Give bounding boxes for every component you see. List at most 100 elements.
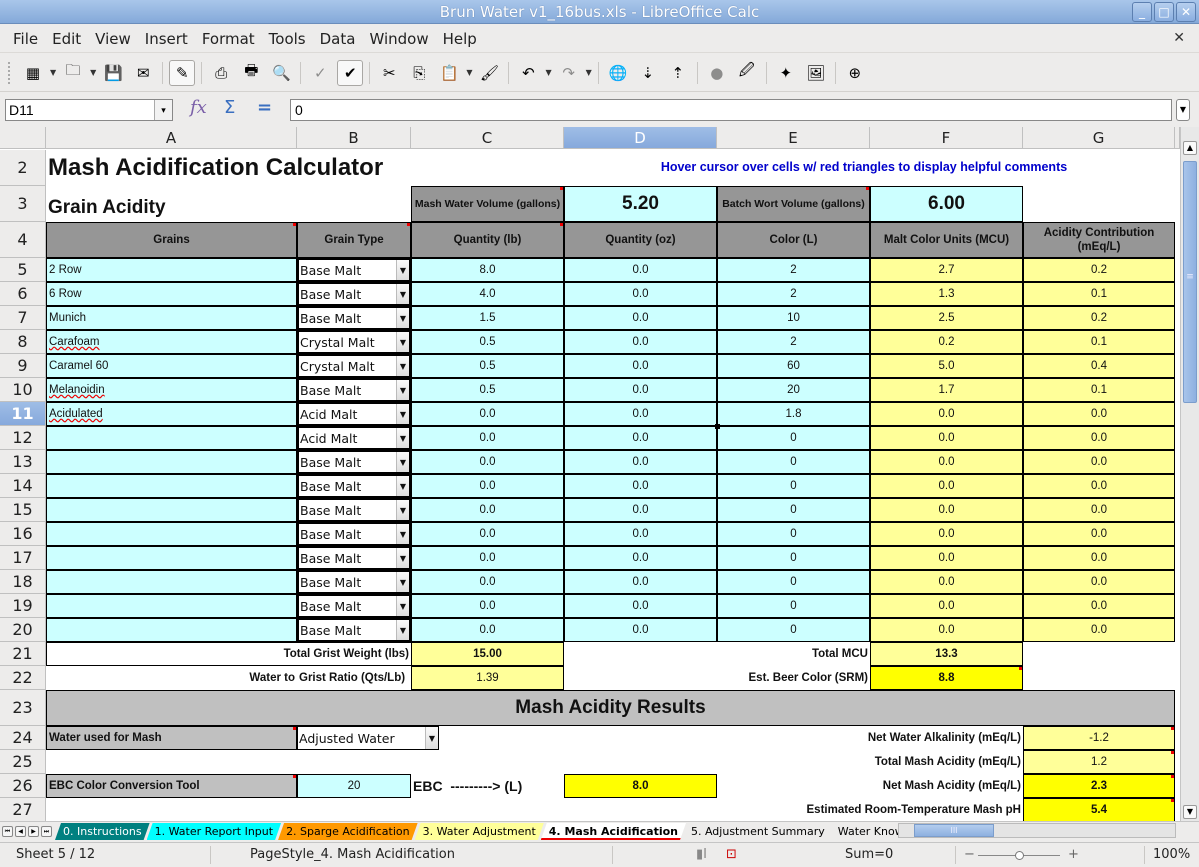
sheet-tab[interactable]: 5. Adjustment Summary <box>683 823 833 840</box>
color-cell[interactable]: 0 <box>717 570 870 594</box>
sheet-tab[interactable]: 3. Water Adjustment <box>415 823 544 840</box>
quantity-lb-cell[interactable]: 0.0 <box>411 594 564 618</box>
navigator-icon[interactable]: ✦ <box>773 60 799 86</box>
chevron-down-icon[interactable]: ▼ <box>396 260 409 280</box>
quantity-oz-cell[interactable]: 0.0 <box>564 522 717 546</box>
new-spreadsheet-icon[interactable]: ▦ <box>20 60 46 86</box>
grain-name-cell[interactable] <box>46 570 297 594</box>
quantity-oz-cell[interactable]: 0.0 <box>564 570 717 594</box>
quantity-lb-cell[interactable]: 0.0 <box>411 570 564 594</box>
name-box[interactable]: D11 ▾ <box>5 99 173 121</box>
sheet-tab[interactable]: 1. Water Report Input <box>147 823 281 840</box>
color-cell[interactable]: 0 <box>717 474 870 498</box>
column-header-a[interactable]: A <box>46 127 297 149</box>
color-cell[interactable]: 2 <box>717 330 870 354</box>
formula-input[interactable]: 0 <box>290 99 1172 121</box>
chevron-down-icon[interactable]: ▼ <box>396 524 409 544</box>
quantity-lb-cell[interactable]: 0.0 <box>411 450 564 474</box>
spellcheck-icon[interactable]: ✓ <box>307 60 333 86</box>
scroll-down-icon[interactable]: ▼ <box>1183 805 1197 819</box>
quantity-lb-cell[interactable]: 8.0 <box>411 258 564 282</box>
grain-name-cell[interactable]: Munich <box>46 306 297 330</box>
column-header-b[interactable]: B <box>297 127 411 149</box>
grain-name-cell[interactable]: Acidulated <box>46 402 297 426</box>
undo-icon[interactable]: ↶ <box>515 60 541 86</box>
chevron-down-icon[interactable]: ▼ <box>396 284 409 304</box>
email-icon[interactable]: ✉ <box>130 60 156 86</box>
row-header-10[interactable]: 10 <box>0 378 46 402</box>
quantity-oz-cell[interactable]: 0.0 <box>564 330 717 354</box>
row-header-26[interactable]: 26 <box>0 774 46 798</box>
scroll-up-icon[interactable]: ▲ <box>1183 141 1197 155</box>
color-cell[interactable]: 0 <box>717 450 870 474</box>
grain-type-select[interactable]: Base Malt ▼ <box>297 282 411 306</box>
dropdown-arrow-icon[interactable]: ▼ <box>545 68 551 77</box>
row-header-17[interactable]: 17 <box>0 546 46 570</box>
grain-name-cell[interactable] <box>46 474 297 498</box>
menu-window[interactable]: Window <box>362 30 435 48</box>
chevron-down-icon[interactable]: ▼ <box>396 428 409 448</box>
column-header-g[interactable]: G <box>1023 127 1175 149</box>
grain-name-cell[interactable]: Carafoam <box>46 330 297 354</box>
grain-type-select[interactable]: Base Malt ▼ <box>297 258 411 282</box>
chevron-down-icon[interactable]: ▼ <box>396 548 409 568</box>
grain-name-cell[interactable]: 2 Row <box>46 258 297 282</box>
menu-tools[interactable]: Tools <box>262 30 313 48</box>
help-icon[interactable]: ⊕ <box>842 60 868 86</box>
grain-type-select[interactable]: Base Malt ▼ <box>297 570 411 594</box>
quantity-lb-cell[interactable]: 0.5 <box>411 378 564 402</box>
chevron-down-icon[interactable]: ▼ <box>396 572 409 592</box>
maximize-button[interactable]: □ <box>1154 2 1174 22</box>
sort-descending-icon[interactable]: ⇣ <box>635 60 661 86</box>
paste-icon[interactable]: 📋 <box>436 60 462 86</box>
print-preview-icon[interactable]: 🔍 <box>268 60 294 86</box>
grain-type-select[interactable]: Base Malt ▼ <box>297 378 411 402</box>
color-cell[interactable]: 10 <box>717 306 870 330</box>
draw-functions-icon[interactable]: 🖉 <box>734 60 760 86</box>
batch-wort-value[interactable]: 6.00 <box>870 186 1023 222</box>
row-header-6[interactable]: 6 <box>0 282 46 306</box>
row-header-13[interactable]: 13 <box>0 450 46 474</box>
quantity-lb-cell[interactable]: 0.0 <box>411 426 564 450</box>
quantity-lb-cell[interactable]: 0.0 <box>411 546 564 570</box>
row-header-24[interactable]: 24 <box>0 726 46 750</box>
color-cell[interactable]: 60 <box>717 354 870 378</box>
zoom-level[interactable]: 100% <box>1153 847 1190 862</box>
color-cell[interactable]: 0 <box>717 522 870 546</box>
row-header-2[interactable]: 2 <box>0 150 46 186</box>
quantity-lb-cell[interactable]: 0.0 <box>411 522 564 546</box>
chevron-down-icon[interactable]: ▼ <box>396 308 409 328</box>
quantity-oz-cell[interactable]: 0.0 <box>564 306 717 330</box>
quantity-lb-cell[interactable]: 0.0 <box>411 402 564 426</box>
dropdown-arrow-icon[interactable]: ▼ <box>586 68 592 77</box>
grain-name-cell[interactable]: Caramel 60 <box>46 354 297 378</box>
row-header-9[interactable]: 9 <box>0 354 46 378</box>
grain-type-select[interactable]: Base Malt ▼ <box>297 546 411 570</box>
row-header-8[interactable]: 8 <box>0 330 46 354</box>
grain-type-select[interactable]: Acid Malt ▼ <box>297 426 411 450</box>
grain-name-cell[interactable] <box>46 450 297 474</box>
quantity-oz-cell[interactable]: 0.0 <box>564 546 717 570</box>
quantity-lb-cell[interactable]: 0.0 <box>411 498 564 522</box>
gallery-icon[interactable]: 🖼 <box>803 60 829 86</box>
column-header-f[interactable]: F <box>870 127 1023 149</box>
sheet-tab[interactable]: 0. Instructions <box>55 823 150 840</box>
row-header-15[interactable]: 15 <box>0 498 46 522</box>
grain-name-cell[interactable] <box>46 522 297 546</box>
grain-name-cell[interactable] <box>46 546 297 570</box>
row-header-5[interactable]: 5 <box>0 258 46 282</box>
vertical-scrollbar[interactable]: ▲ ≡ ▼ <box>1180 127 1199 821</box>
select-all-corner[interactable] <box>0 127 46 149</box>
grain-type-select[interactable]: Crystal Malt ▼ <box>297 330 411 354</box>
grain-name-cell[interactable]: 6 Row <box>46 282 297 306</box>
scrollbar-thumb[interactable]: ≡ <box>1183 161 1197 403</box>
zoom-out-icon[interactable]: − <box>964 847 975 862</box>
clone-formatting-icon[interactable]: 🖌 <box>476 60 502 86</box>
toolbar-grip[interactable] <box>8 61 12 84</box>
quantity-oz-cell[interactable]: 0.0 <box>564 498 717 522</box>
quantity-lb-cell[interactable]: 4.0 <box>411 282 564 306</box>
quantity-oz-cell[interactable]: 0.0 <box>564 426 717 450</box>
print-icon[interactable]: 🖶 <box>238 60 264 86</box>
row-header-3[interactable]: 3 <box>0 186 46 222</box>
expand-formula-bar-icon[interactable]: ▼ <box>1176 99 1190 121</box>
